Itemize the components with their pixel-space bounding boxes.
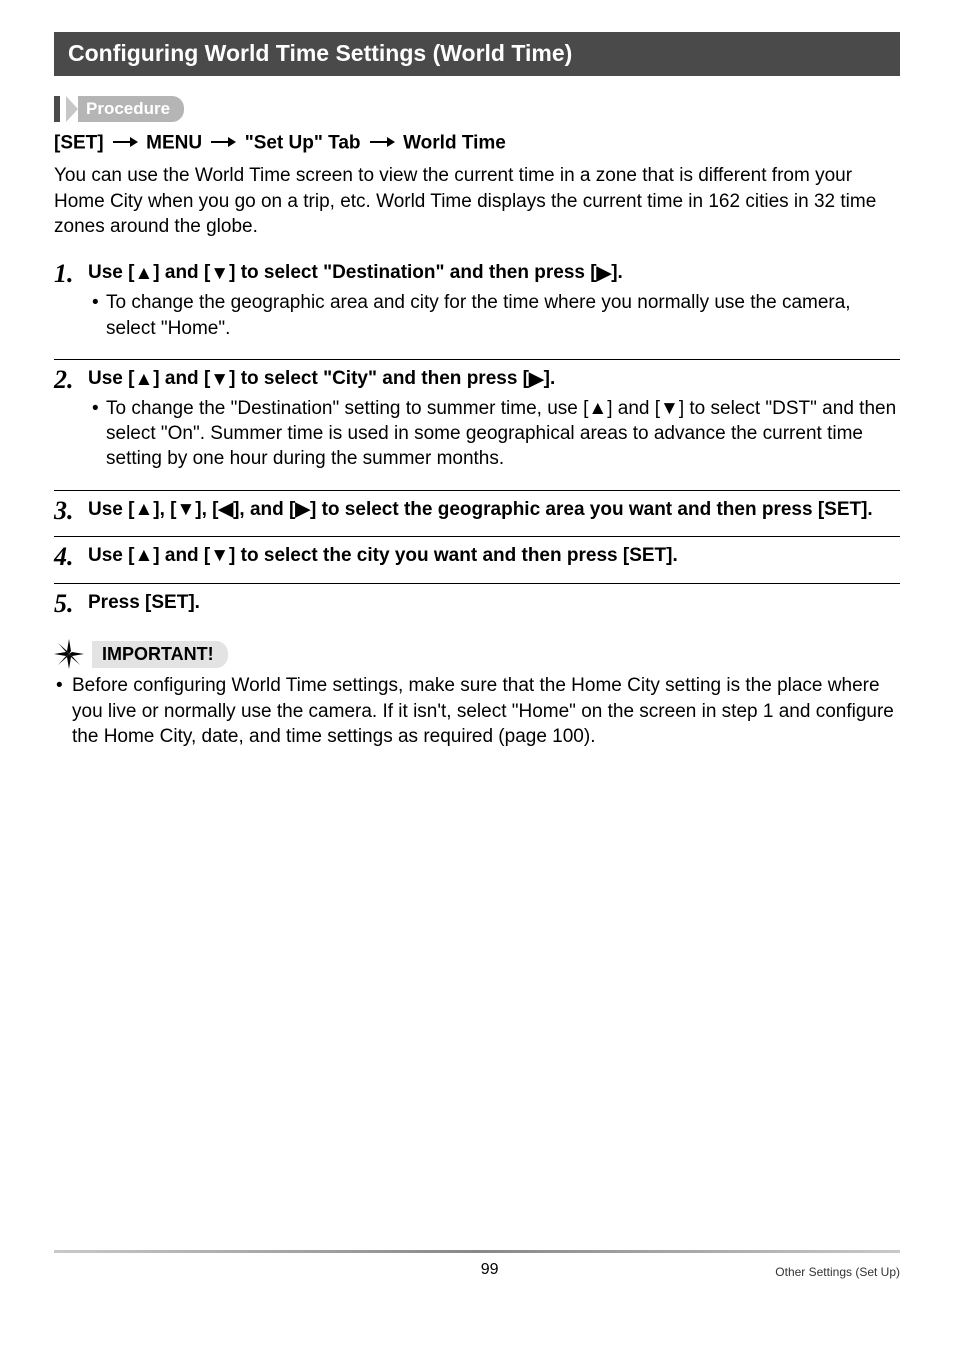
step-number: 3. xyxy=(54,497,88,527)
footer-divider xyxy=(54,1250,900,1253)
step-3: 3. Use [▲], [▼], [◀], and [▶] to select … xyxy=(54,490,900,527)
step-bullets: To change the geographic area and city f… xyxy=(88,290,900,340)
step-instruction: Press [SET]. xyxy=(88,590,900,616)
procedure-accent-bar xyxy=(54,96,60,122)
step-1: 1. Use [▲] and [▼] to select "Destinatio… xyxy=(54,254,900,349)
text: ]. xyxy=(544,368,556,389)
step-5: 5. Press [SET]. xyxy=(54,583,900,620)
page-footer: 99 Other Settings (Set Up) xyxy=(54,1250,900,1279)
text: ] to select "City" and then press [ xyxy=(229,368,529,389)
right-triangle-icon: ▶ xyxy=(597,261,612,287)
menu-path-part: "Set Up" Tab xyxy=(245,132,361,153)
menu-path: [SET] MENU "Set Up" Tab World Time xyxy=(54,130,900,157)
down-triangle-icon: ▼ xyxy=(210,261,229,287)
step-instruction: Use [▲] and [▼] to select "Destination" … xyxy=(88,260,900,287)
intro-paragraph: You can use the World Time screen to vie… xyxy=(54,163,900,240)
arrow-right-icon xyxy=(112,130,138,157)
right-triangle-icon: ▶ xyxy=(529,367,544,393)
menu-path-part: [SET] xyxy=(54,132,104,153)
arrow-right-icon xyxy=(210,130,236,157)
list-item: To change the "Destination" setting to s… xyxy=(92,396,900,471)
menu-path-part: MENU xyxy=(146,132,202,153)
step-4: 4. Use [▲] and [▼] to select the city yo… xyxy=(54,536,900,573)
step-number: 5. xyxy=(54,590,88,620)
up-triangle-icon: ▲ xyxy=(134,261,153,287)
text: Use [ xyxy=(88,262,134,283)
step-number: 4. xyxy=(54,543,88,573)
step-instruction: Use [▲], [▼], [◀], and [▶] to select the… xyxy=(88,497,900,523)
procedure-label: Procedure xyxy=(78,96,184,122)
step-number: 1. xyxy=(54,260,88,349)
list-item: Before configuring World Time settings, … xyxy=(54,673,900,749)
step-instruction: Use [▲] and [▼] to select the city you w… xyxy=(88,543,900,569)
list-item: To change the geographic area and city f… xyxy=(92,290,900,340)
section-title-bar: Configuring World Time Settings (World T… xyxy=(54,32,900,76)
down-triangle-icon: ▼ xyxy=(210,367,229,393)
text: Use [ xyxy=(88,368,134,389)
step-2: 2. Use [▲] and [▼] to select "City" and … xyxy=(54,359,900,480)
up-triangle-icon: ▲ xyxy=(134,367,153,393)
procedure-heading: Procedure xyxy=(54,96,900,122)
important-label: IMPORTANT! xyxy=(92,641,228,668)
important-body: Before configuring World Time settings, … xyxy=(54,673,900,749)
step-instruction: Use [▲] and [▼] to select "City" and the… xyxy=(88,366,900,393)
footer-section-name: Other Settings (Set Up) xyxy=(775,1265,900,1279)
important-heading: IMPORTANT! xyxy=(54,639,900,669)
arrow-right-icon xyxy=(369,130,395,157)
text: ]. xyxy=(611,262,623,283)
page-number: 99 xyxy=(204,1261,775,1279)
text: ] to select "Destination" and then press… xyxy=(229,262,596,283)
text: ] and [ xyxy=(153,368,210,389)
step-bullets: To change the "Destination" setting to s… xyxy=(88,396,900,471)
step-number: 2. xyxy=(54,366,88,480)
section-title: Configuring World Time Settings (World T… xyxy=(68,40,572,66)
menu-path-part: World Time xyxy=(403,132,506,153)
starburst-icon xyxy=(54,639,84,669)
text: ] and [ xyxy=(153,262,210,283)
